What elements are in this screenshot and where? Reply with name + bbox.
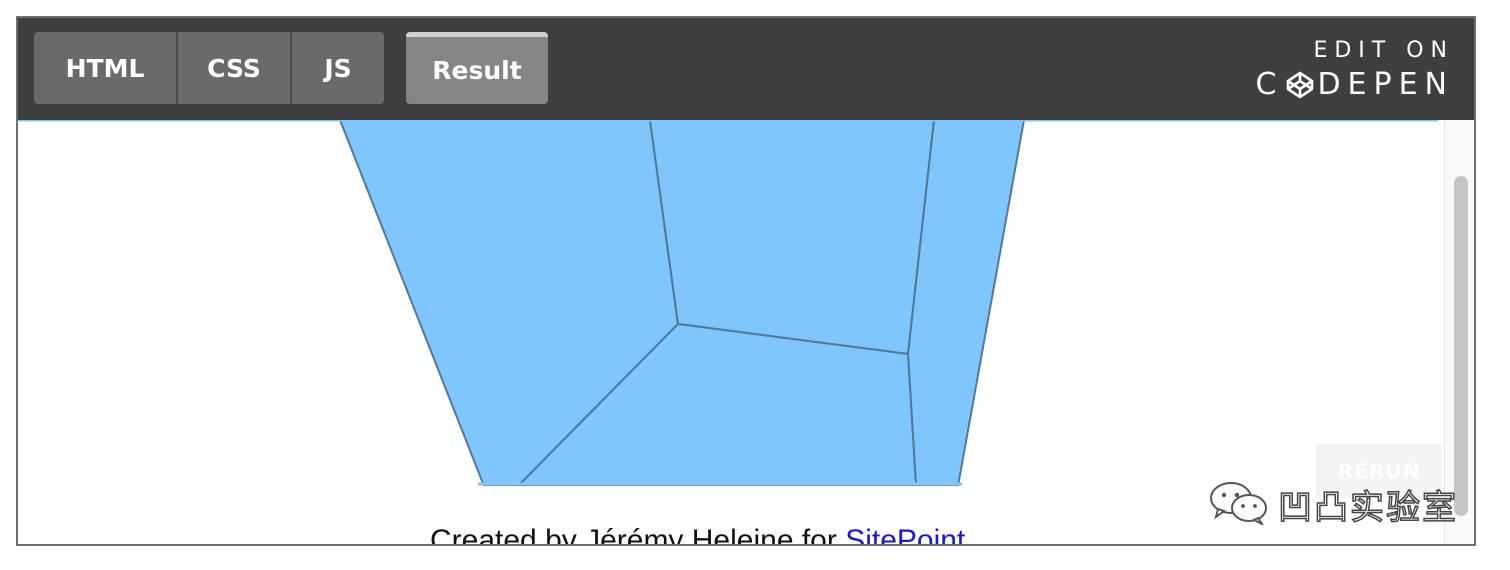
tab-result[interactable]: Result bbox=[406, 32, 548, 104]
wechat-icon bbox=[1208, 479, 1270, 529]
cube-illustration bbox=[18, 120, 1438, 486]
editor-tabs: HTML CSS JS Result bbox=[34, 32, 548, 104]
edit-on-codepen-link[interactable]: EDIT ON C DEPEN bbox=[1244, 38, 1454, 102]
codepen-wordmark-prefix: C bbox=[1255, 67, 1284, 102]
watermark-text: 凹凸实验室 bbox=[1277, 487, 1458, 529]
codepen-embed: HTML CSS JS Result EDIT ON C DEPEN Creat… bbox=[16, 16, 1476, 546]
credit-text: Created by Jérémy Heleine for bbox=[430, 524, 846, 546]
scrollbar-thumb[interactable] bbox=[1454, 176, 1468, 516]
codepen-wordmark: C DEPEN bbox=[1244, 68, 1454, 102]
embed-toolbar: HTML CSS JS Result EDIT ON C DEPEN bbox=[18, 18, 1474, 120]
tab-html[interactable]: HTML bbox=[34, 32, 178, 104]
tab-css[interactable]: CSS bbox=[178, 32, 292, 104]
edit-on-label: EDIT ON bbox=[1313, 38, 1454, 63]
cube-face-back bbox=[649, 120, 935, 355]
credit-line: Created by Jérémy Heleine for SitePoint bbox=[430, 524, 965, 546]
watermark: 凹凸实验室 bbox=[1208, 480, 1458, 528]
codepen-wordmark-suffix: DEPEN bbox=[1317, 67, 1454, 102]
codepen-logo-icon bbox=[1285, 70, 1315, 100]
sitepoint-link[interactable]: SitePoint bbox=[845, 524, 965, 544]
tab-js[interactable]: JS bbox=[292, 32, 384, 104]
